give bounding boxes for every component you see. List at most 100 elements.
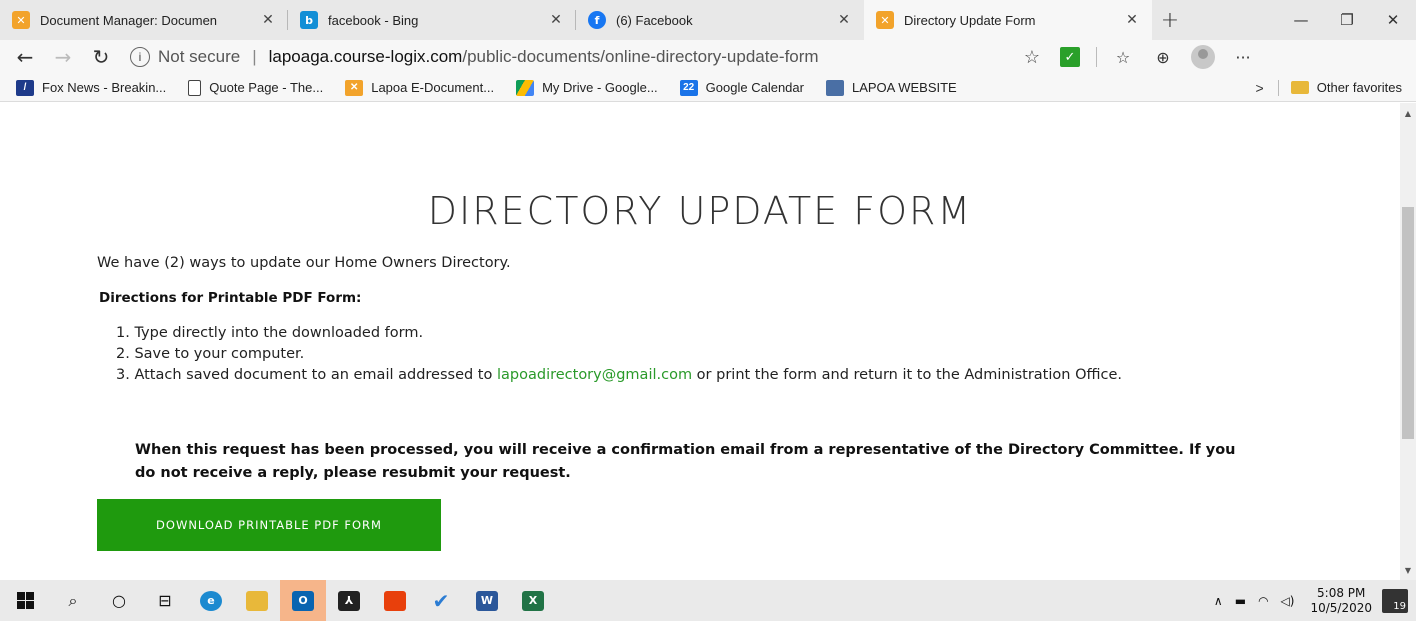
- minimize-icon[interactable]: —: [1278, 0, 1324, 40]
- excel-taskbar-button[interactable]: X: [510, 580, 556, 621]
- google-drive-icon: [516, 79, 535, 96]
- close-window-icon[interactable]: ✕: [1370, 0, 1416, 40]
- office-taskbar-button[interactable]: [372, 580, 418, 621]
- favorite-quote-page[interactable]: Quote Page - The...: [188, 79, 324, 96]
- joomla-icon: ✕: [876, 11, 894, 29]
- address-divider: |: [252, 47, 257, 66]
- step-text: 3. Attach saved document to an email add…: [116, 367, 497, 383]
- close-tab-icon[interactable]: ✕: [1122, 12, 1142, 28]
- favorite-lapoa-edocument[interactable]: ✕ Lapoa E-Document...: [345, 79, 495, 96]
- more-menu-icon[interactable]: ···: [1223, 42, 1263, 72]
- clock-date: 10/5/2020: [1310, 600, 1372, 615]
- back-arrow-icon[interactable]: ←: [6, 45, 44, 69]
- scroll-up-arrow-icon[interactable]: ▲: [1400, 105, 1416, 121]
- extension-button[interactable]: ✓: [1050, 42, 1090, 72]
- intro-text: We have (2) ways to update our Home Owne…: [97, 255, 511, 271]
- favorite-fox-news[interactable]: / Fox News - Breakin...: [16, 79, 166, 96]
- close-tab-icon[interactable]: ✕: [546, 12, 566, 28]
- volume-icon[interactable]: ◁): [1281, 594, 1295, 608]
- favorite-my-drive[interactable]: My Drive - Google...: [516, 79, 658, 96]
- tab-title: Document Manager: Documen: [40, 12, 218, 28]
- file-explorer-taskbar-button[interactable]: [234, 580, 280, 621]
- tab-title: facebook - Bing: [328, 12, 419, 28]
- word-taskbar-button[interactable]: W: [464, 580, 510, 621]
- list-item: 2. Save to your computer.: [116, 346, 305, 362]
- url-path: /public-documents/online-directory-updat…: [462, 47, 819, 66]
- chevron-up-icon[interactable]: ∧: [1214, 594, 1223, 608]
- address-bar[interactable]: i Not secure | lapoaga.course-logix.com /…: [130, 42, 1050, 72]
- refresh-icon[interactable]: ↻: [82, 45, 120, 69]
- search-icon[interactable]: ⌕: [50, 580, 96, 621]
- other-favorites-folder[interactable]: Other favorites: [1317, 80, 1402, 95]
- favorites-list-icon[interactable]: ☆: [1103, 42, 1143, 72]
- close-tab-icon[interactable]: ✕: [258, 12, 278, 28]
- processing-notice: When this request has been processed, yo…: [135, 442, 1236, 481]
- cortana-icon[interactable]: ○: [96, 580, 142, 621]
- close-tab-icon[interactable]: ✕: [834, 12, 854, 28]
- outlook-taskbar-button[interactable]: O: [280, 580, 326, 621]
- step-text: or print the form and return it to the A…: [692, 367, 1123, 383]
- chevron-right-icon[interactable]: >: [1256, 80, 1264, 96]
- favorite-label: Google Calendar: [705, 80, 804, 95]
- edge-taskbar-button[interactable]: e: [188, 580, 234, 621]
- favorite-label: Lapoa E-Document...: [371, 80, 495, 95]
- wifi-icon[interactable]: ◠: [1258, 594, 1268, 608]
- favorite-label: My Drive - Google...: [542, 80, 658, 95]
- edge-icon: e: [200, 590, 222, 611]
- tab-title: Directory Update Form: [904, 12, 1036, 28]
- steps-list: 1. Type directly into the downloaded for…: [116, 323, 1296, 386]
- scroll-down-arrow-icon[interactable]: ▼: [1400, 562, 1416, 578]
- page-scrollbar[interactable]: ▲ ▼: [1400, 103, 1416, 580]
- outlook-icon: O: [292, 590, 314, 611]
- excel-icon: X: [522, 590, 544, 611]
- email-link[interactable]: lapoadirectory@gmail.com: [497, 367, 692, 383]
- download-pdf-button[interactable]: DOWNLOAD PRINTABLE PDF FORM: [97, 499, 441, 551]
- task-view-icon[interactable]: ⊟: [142, 580, 188, 621]
- favorite-google-calendar[interactable]: 22 Google Calendar: [679, 79, 804, 96]
- favorites-divider: [1277, 79, 1279, 96]
- page-content: DIRECTORY UPDATE FORM We have (2) ways t…: [0, 103, 1400, 580]
- page-title: DIRECTORY UPDATE FORM: [427, 189, 973, 233]
- address-row: ← → ↻ i Not secure | lapoaga.course-logi…: [0, 40, 1416, 74]
- joomla-icon: ✕: [12, 11, 30, 29]
- office-icon: [384, 590, 406, 611]
- windows-taskbar: ⌕ ○ ⊟ e O ⅄ ✔ W X ∧ ▬ ◠ ◁) 5:08 PM 10/5/…: [0, 580, 1416, 621]
- checkmark-icon: ✓: [1060, 47, 1080, 67]
- lapoa-icon: [825, 79, 844, 96]
- profile-button[interactable]: [1183, 42, 1223, 72]
- list-item: 3. Attach saved document to an email add…: [116, 365, 1296, 386]
- notification-center-icon[interactable]: 19: [1382, 588, 1408, 613]
- windows-logo-icon: [16, 592, 34, 609]
- favorite-label: LAPOA WEBSITE: [851, 80, 957, 95]
- tab-document-manager[interactable]: ✕ Document Manager: Documen ✕: [0, 0, 288, 40]
- list-item: 1. Type directly into the downloaded for…: [116, 325, 424, 341]
- restore-icon[interactable]: ❐: [1324, 0, 1370, 40]
- favorite-label: Quote Page - The...: [209, 80, 324, 95]
- favorite-star-icon[interactable]: ☆: [1024, 47, 1040, 68]
- security-status[interactable]: Not secure: [158, 47, 240, 67]
- tab-facebook[interactable]: f (6) Facebook ✕: [576, 0, 864, 40]
- joomla-icon: ✕: [345, 79, 364, 96]
- facebook-icon: f: [588, 11, 606, 29]
- google-calendar-icon: 22: [679, 79, 698, 96]
- tab-strip: ✕ Document Manager: Documen ✕ b facebook…: [0, 0, 1416, 40]
- tab-directory-update-form[interactable]: ✕ Directory Update Form ✕: [864, 0, 1152, 40]
- scrollbar-thumb[interactable]: [1402, 207, 1414, 439]
- avatar: [1191, 45, 1215, 69]
- bing-icon: b: [300, 11, 318, 29]
- battery-icon[interactable]: ▬: [1235, 594, 1246, 608]
- folder-icon: [1290, 81, 1309, 94]
- clock-time: 5:08 PM: [1317, 585, 1366, 600]
- collections-icon[interactable]: ⊕: [1143, 42, 1183, 72]
- favorite-lapoa-website[interactable]: LAPOA WEBSITE: [825, 79, 957, 96]
- toolbar-divider: [1096, 47, 1097, 67]
- forward-arrow-icon[interactable]: →: [44, 45, 82, 69]
- clock[interactable]: 5:08 PM 10/5/2020: [1310, 586, 1372, 616]
- info-icon[interactable]: i: [130, 47, 150, 67]
- start-button[interactable]: [0, 580, 50, 621]
- new-tab-button[interactable]: +: [1152, 0, 1188, 40]
- tab-bing[interactable]: b facebook - Bing ✕: [288, 0, 576, 40]
- todo-taskbar-button[interactable]: ✔: [418, 580, 464, 621]
- acrobat-icon: ⅄: [338, 590, 360, 611]
- acrobat-taskbar-button[interactable]: ⅄: [326, 580, 372, 621]
